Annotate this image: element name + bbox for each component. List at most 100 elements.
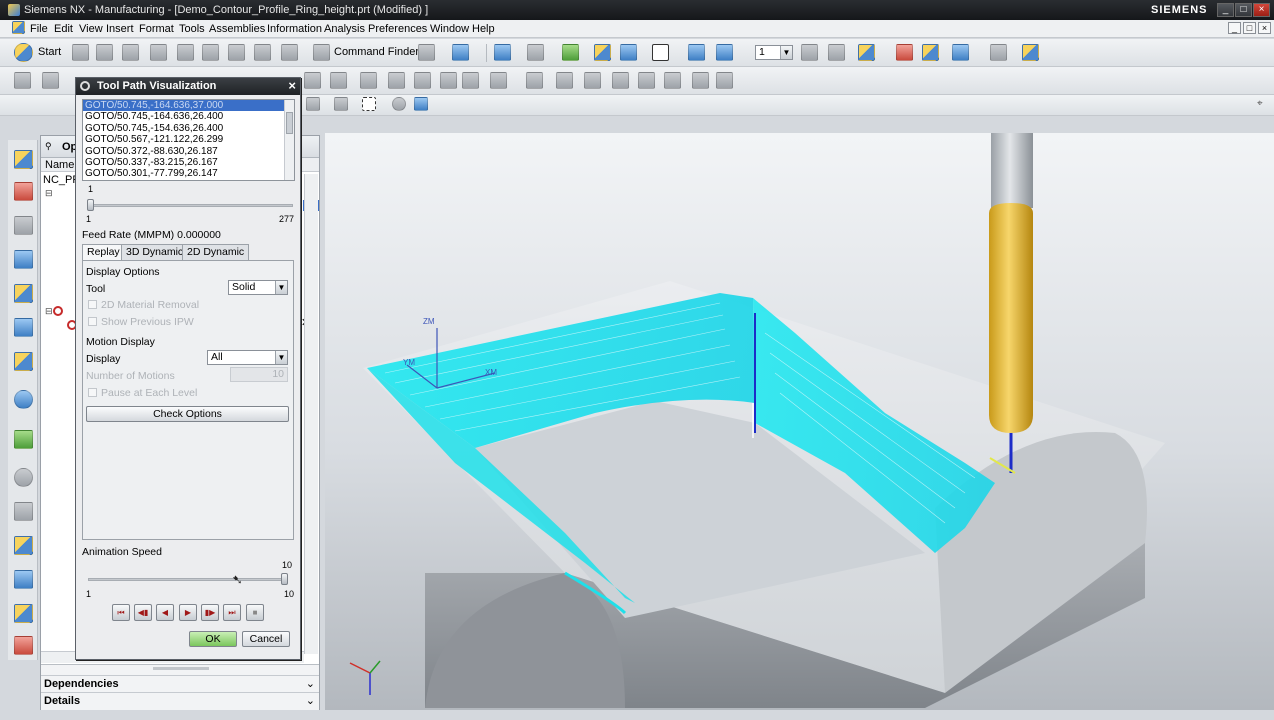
transform-icon[interactable] <box>612 72 629 89</box>
hd3d-tools-icon[interactable] <box>14 352 33 371</box>
scroll-thumb[interactable] <box>286 112 293 134</box>
pin-icon[interactable]: ⚲ <box>45 141 52 152</box>
roles-icon[interactable] <box>418 44 435 61</box>
fit-view-icon[interactable] <box>494 44 511 61</box>
orient-view-icon[interactable] <box>594 44 611 61</box>
rectangle-select-icon[interactable] <box>362 97 376 111</box>
list-item[interactable]: GOTO/50.372,-88.630,26.187 <box>83 146 294 157</box>
dimension-icon[interactable] <box>1022 44 1039 61</box>
minimize-button[interactable]: _ <box>1217 3 1234 17</box>
cancel-button[interactable]: Cancel <box>242 631 290 647</box>
details-section[interactable]: Details ⌄ <box>41 692 319 709</box>
menu-edit[interactable]: Edit <box>54 23 73 35</box>
move-to-layer-icon[interactable] <box>828 44 845 61</box>
list-item[interactable]: GOTO/50.745,-164.636,37.000 <box>83 100 294 112</box>
system-scenes-icon[interactable] <box>14 636 33 655</box>
position-slider-thumb[interactable] <box>87 199 94 211</box>
menu-tools[interactable]: Tools <box>179 23 205 35</box>
motion-display-select[interactable]: All ▼ <box>207 350 288 365</box>
process-studio-icon[interactable] <box>14 536 33 555</box>
shop-docs-icon[interactable] <box>556 72 573 89</box>
tab-3d-dynamic[interactable]: 3D Dynamic <box>121 244 189 260</box>
show-ipw-checkbox[interactable] <box>88 317 97 326</box>
maximize-button[interactable]: □ <box>1235 3 1252 17</box>
step-forward-button[interactable]: ▮▶ <box>201 604 219 621</box>
position-slider[interactable] <box>88 204 293 207</box>
list-toolpath-icon[interactable] <box>440 72 457 89</box>
menu-window[interactable]: Window <box>430 23 469 35</box>
ok-button[interactable]: OK <box>189 631 237 647</box>
list-item[interactable]: GOTO/50.337,-83.215,26.167 <box>83 157 294 168</box>
csys-icon[interactable] <box>858 44 875 61</box>
web-browser-icon[interactable] <box>14 390 33 409</box>
delete-icon[interactable] <box>254 44 271 61</box>
menu-preferences[interactable]: Preferences <box>368 23 427 35</box>
feeds-speeds-icon[interactable] <box>664 72 681 89</box>
animation-speed-slider[interactable] <box>88 578 288 581</box>
name-column-header[interactable]: Name <box>45 159 74 171</box>
snap-point-icon[interactable] <box>392 97 406 111</box>
create-geometry-icon[interactable] <box>304 72 321 89</box>
list-scrollbar[interactable] <box>284 100 294 180</box>
splitter-handle[interactable] <box>153 667 209 670</box>
menu-file[interactable]: File <box>30 23 48 35</box>
copy-icon[interactable] <box>202 44 219 61</box>
simulate-icon[interactable] <box>490 72 507 89</box>
save-icon[interactable] <box>122 44 139 61</box>
create-method-icon[interactable] <box>330 72 347 89</box>
menu-insert[interactable]: Insert <box>106 23 134 35</box>
measure-icon[interactable] <box>990 44 1007 61</box>
undo-icon[interactable] <box>281 44 298 61</box>
cut-icon[interactable] <box>177 44 194 61</box>
create-tool-icon[interactable] <box>42 72 59 89</box>
nx-menu-icon[interactable] <box>12 21 25 34</box>
material-removal-checkbox[interactable] <box>88 300 97 309</box>
goto-list[interactable]: GOTO/50.745,-164.636,37.000 GOTO/50.745,… <box>82 99 295 181</box>
operation-navigator-icon[interactable] <box>14 250 33 269</box>
start-icon[interactable] <box>14 43 33 62</box>
path-icon[interactable] <box>716 72 733 89</box>
pin-icon[interactable]: ⌖ <box>1257 98 1263 109</box>
menu-view[interactable]: View <box>79 23 103 35</box>
quick-pick-icon[interactable] <box>414 97 428 111</box>
list-item[interactable]: GOTO/50.745,-154.636,26.400 <box>83 123 294 134</box>
close-icon[interactable]: × <box>288 78 296 94</box>
tool-icon[interactable] <box>692 72 709 89</box>
doc-minimize-button[interactable]: _ <box>1228 22 1241 34</box>
plane-icon[interactable] <box>952 44 969 61</box>
menu-format[interactable]: Format <box>139 23 174 35</box>
selection-icon[interactable] <box>452 44 469 61</box>
tool-display-select[interactable]: Solid ▼ <box>228 280 288 295</box>
pause-checkbox[interactable] <box>88 388 97 397</box>
manufacturing-wizards-icon[interactable] <box>14 570 33 589</box>
play-reverse-button[interactable]: ◀ <box>156 604 174 621</box>
object-display-icon[interactable] <box>638 72 655 89</box>
reuse-library-icon[interactable] <box>14 318 33 337</box>
clock-icon[interactable] <box>14 468 33 487</box>
part-navigator-icon[interactable] <box>14 216 33 235</box>
machine-tool-navigator-icon[interactable] <box>14 284 33 303</box>
close-window-button[interactable]: × <box>1253 3 1270 17</box>
generate-icon[interactable] <box>388 72 405 89</box>
tab-replay[interactable]: Replay <box>82 244 125 261</box>
tab-2d-dynamic[interactable]: 2D Dynamic <box>182 244 250 260</box>
work-layer-select[interactable]: 1 ▼ <box>755 45 793 60</box>
view-triad-icon[interactable] <box>620 44 637 61</box>
shading-icon[interactable] <box>562 44 579 61</box>
doc-restore-button[interactable]: □ <box>1243 22 1256 34</box>
step-to-end-button[interactable]: ⏭ <box>223 604 241 621</box>
dialog-title-bar[interactable]: Tool Path Visualization × <box>76 78 300 95</box>
system-materials-icon[interactable] <box>14 502 33 521</box>
step-to-start-button[interactable]: ⏮ <box>112 604 130 621</box>
command-finder-icon[interactable] <box>313 44 330 61</box>
dependencies-section[interactable]: Dependencies ⌄ <box>41 675 319 692</box>
create-program-icon[interactable] <box>14 72 31 89</box>
animation-speed-thumb[interactable] <box>281 573 288 585</box>
number-of-motions-field[interactable]: 10 <box>230 367 288 382</box>
play-button[interactable]: ▶ <box>179 604 197 621</box>
snap-view-icon[interactable] <box>688 44 705 61</box>
menu-assemblies[interactable]: Assemblies <box>209 23 265 35</box>
history-icon[interactable] <box>14 430 33 449</box>
filter-icon[interactable] <box>306 97 320 111</box>
save-all-icon[interactable] <box>150 44 167 61</box>
